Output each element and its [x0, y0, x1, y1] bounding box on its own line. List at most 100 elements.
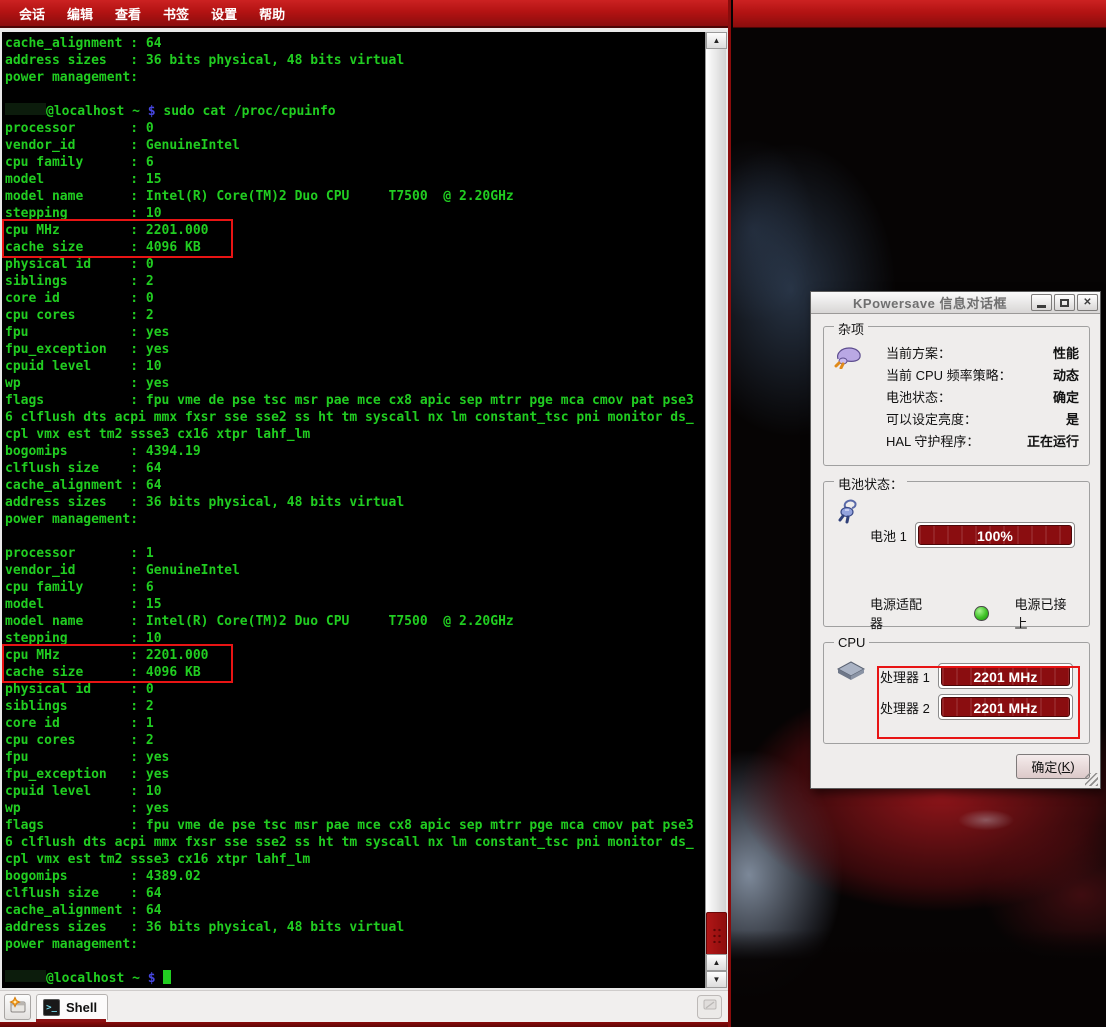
terminal-line: cache size : 4096 KB — [5, 664, 703, 681]
konsole-window: 会话编辑查看书签设置帮助 cache_alignment : 64 address… — [0, 0, 731, 1027]
terminal-line: vendor_id : GenuineIntel — [5, 562, 703, 579]
dialog-titlebar[interactable]: KPowersave 信息对话框 ✕ — [811, 292, 1100, 314]
scroll-up-icon[interactable]: ▲ — [706, 954, 727, 971]
redacted-username — [5, 970, 46, 982]
cpu-freq-bar: 2201 MHz — [938, 663, 1073, 689]
scrollbar[interactable]: ▲ ▲ ▼ — [705, 32, 726, 988]
desktop-screen: 会话编辑查看书签设置帮助 cache_alignment : 64 address… — [0, 0, 1106, 1027]
ok-button[interactable]: 确定(K) — [1016, 754, 1090, 779]
terminal-line: cpu MHz : 2201.000 — [5, 647, 703, 664]
battery-progressbar: 100% — [915, 522, 1075, 548]
konsole-icon: >_ — [43, 999, 60, 1016]
cpu-freq-bar: 2201 MHz — [938, 694, 1073, 720]
menu-item[interactable]: 会话 — [8, 4, 56, 23]
adapter-led-icon — [974, 606, 988, 621]
terminal-line: vendor_id : GenuineIntel — [5, 137, 703, 154]
terminal-line: core id : 1 — [5, 715, 703, 732]
terminal-line: model name : Intel(R) Core(TM)2 Duo CPU … — [5, 188, 703, 205]
group-misc: 杂项 当前方案：性能当前 CPU 频率策略：动态电池状态：确定可以设定亮度：是H… — [823, 326, 1090, 466]
scroll-up-icon[interactable]: ▲ — [706, 32, 727, 49]
terminal-line: cache size : 4096 KB — [5, 239, 703, 256]
ok-button-label-suffix: ) — [1070, 759, 1074, 774]
info-row: 可以设定亮度：是 — [886, 409, 1079, 431]
menu-item[interactable]: 帮助 — [248, 4, 296, 23]
new-session-button[interactable] — [4, 994, 31, 1020]
terminal-cursor — [163, 970, 171, 984]
terminal-line: processor : 0 — [5, 120, 703, 137]
maximize-button[interactable] — [1054, 294, 1075, 311]
close-button[interactable]: ✕ — [1077, 294, 1098, 311]
terminal-line: clflush size : 64 — [5, 460, 703, 477]
terminal-line: power management: — [5, 511, 703, 528]
group-cpu-label: CPU — [834, 635, 869, 650]
battery-progress-value: 100% — [918, 525, 1072, 545]
menu-item[interactable]: 编辑 — [56, 4, 104, 23]
adapter-row: 电源适配器 电源已接上 — [870, 594, 1075, 632]
cpu-label: 处理器 2 — [880, 698, 930, 717]
info-value: 性能 — [1053, 343, 1079, 365]
cpu-chip-icon — [836, 661, 866, 686]
info-value: 动态 — [1053, 365, 1079, 387]
redacted-username — [5, 103, 46, 115]
terminal-line: address sizes : 36 bits physical, 48 bit… — [5, 919, 703, 936]
terminal-line — [5, 86, 703, 103]
terminal-viewport[interactable]: cache_alignment : 64 address sizes : 36 b… — [0, 30, 728, 990]
scroll-down-icon[interactable]: ▼ — [706, 971, 727, 988]
terminal-line: flags : fpu vme de pse tsc msr pae mce c… — [5, 392, 703, 409]
terminal-line: bogomips : 4389.02 — [5, 868, 703, 885]
terminal-line: siblings : 2 — [5, 273, 703, 290]
cpu-label: 处理器 1 — [880, 667, 930, 686]
kpowersave-plug-icon — [834, 345, 864, 374]
terminal-line: stepping : 10 — [5, 205, 703, 222]
terminal-line: cpu cores : 2 — [5, 732, 703, 749]
info-label: 可以设定亮度： — [886, 409, 977, 431]
tab-shell[interactable]: >_ Shell — [36, 994, 108, 1020]
menu-item[interactable]: 书签 — [152, 4, 200, 23]
session-list-icon — [703, 998, 717, 1016]
terminal-line: fpu_exception : yes — [5, 341, 703, 358]
adapter-label: 电源适配器 — [870, 594, 930, 632]
battery-label: 电池 1 — [870, 526, 907, 545]
terminal-line: physical id : 0 — [5, 256, 703, 273]
terminal-line: wp : yes — [5, 375, 703, 392]
info-row: 电池状态：确定 — [886, 387, 1079, 409]
info-label: 电池状态： — [886, 387, 951, 409]
terminal-line: cache_alignment : 64 — [5, 35, 703, 52]
terminal-line — [5, 953, 703, 970]
terminal-line: siblings : 2 — [5, 698, 703, 715]
group-cpu: CPU 处理器 12201 MHz处理器 22201 MHz — [823, 642, 1090, 744]
misc-info-rows: 当前方案：性能当前 CPU 频率策略： 动态电池状态：确定可以设定亮度：是HAL … — [886, 343, 1079, 453]
ok-button-label: 确定( — [1031, 757, 1061, 776]
terminal-line: bogomips : 4394.19 — [5, 443, 703, 460]
terminal-line: processor : 1 — [5, 545, 703, 562]
terminal-line: fpu : yes — [5, 324, 703, 341]
terminal-line: model name : Intel(R) Core(TM)2 Duo CPU … — [5, 613, 703, 630]
cpu-freq-value: 2201 MHz — [941, 666, 1070, 686]
kpowersave-dialog: KPowersave 信息对话框 ✕ 杂项 当前方案：性能当前 CPU 频率策略… — [810, 291, 1101, 789]
group-battery: 电池状态： 电池 1 100% 电源适配器 电源已接上 — [823, 481, 1090, 627]
terminal-line: cpuid level : 10 — [5, 783, 703, 800]
menu-item[interactable]: 设置 — [200, 4, 248, 23]
resize-grip[interactable] — [1085, 773, 1098, 786]
terminal-line: flags : fpu vme de pse tsc msr pae mce c… — [5, 817, 703, 834]
tab-label: Shell — [66, 1000, 97, 1015]
terminal-line: @localhost ~ $ sudo cat /proc/cpuinfo — [5, 103, 703, 120]
battery-row: 电池 1 100% — [870, 522, 1075, 548]
terminal-line: wp : yes — [5, 800, 703, 817]
group-misc-label: 杂项 — [834, 319, 868, 338]
info-row: 当前方案：性能 — [886, 343, 1079, 365]
terminal-line: cache_alignment : 64 — [5, 477, 703, 494]
terminal-line: stepping : 10 — [5, 630, 703, 647]
session-list-button[interactable] — [697, 995, 722, 1019]
minimize-button[interactable] — [1031, 294, 1052, 311]
info-row: HAL 守护程序：正在运行 — [886, 431, 1079, 453]
terminal-line: core id : 0 — [5, 290, 703, 307]
info-label: 当前 CPU 频率策略： — [886, 365, 1012, 387]
info-value: 正在运行 — [1027, 431, 1079, 453]
window-bottom-border — [0, 1022, 728, 1027]
menu-item[interactable]: 查看 — [104, 4, 152, 23]
scrollbar-thumb[interactable] — [706, 912, 727, 958]
terminal-line: model : 15 — [5, 596, 703, 613]
terminal-line: 6 clflush dts acpi mmx fxsr sse sse2 ss … — [5, 409, 703, 426]
cpu-freq-value: 2201 MHz — [941, 697, 1070, 717]
